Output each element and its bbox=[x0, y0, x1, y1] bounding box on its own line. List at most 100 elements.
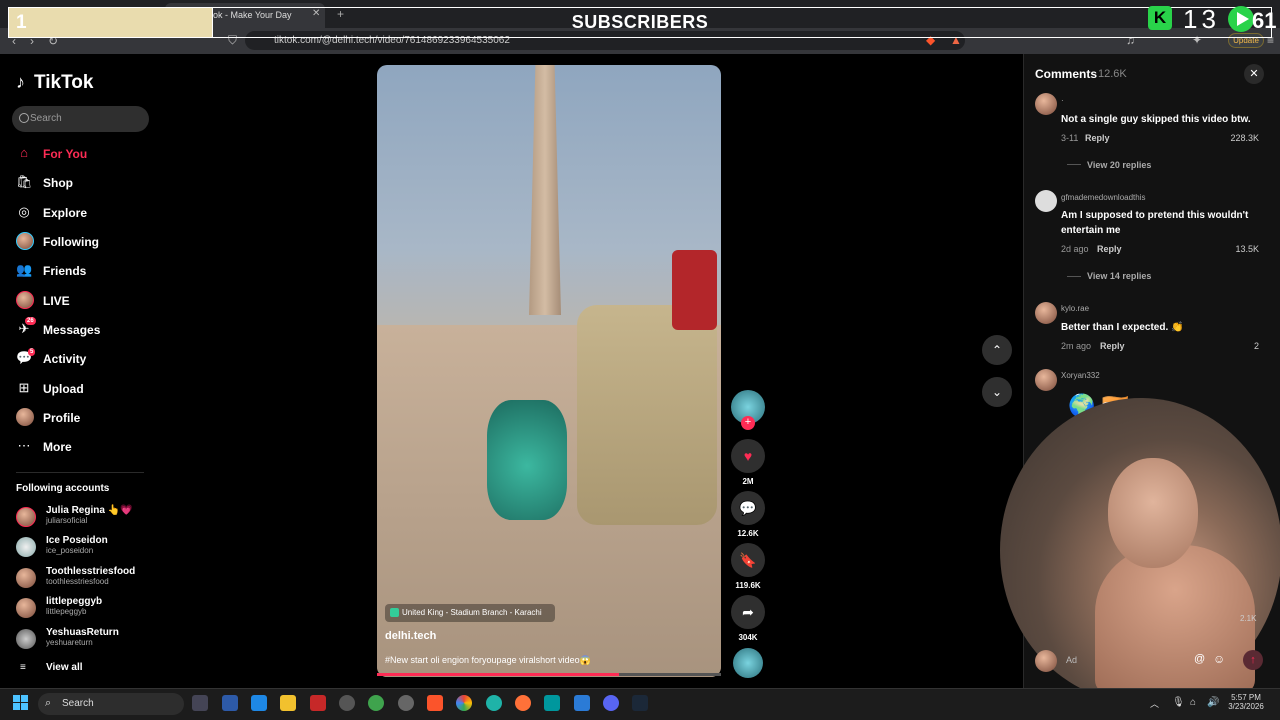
video-username[interactable]: delhi.tech bbox=[385, 630, 436, 642]
network-icon[interactable]: ⌂ bbox=[1190, 697, 1196, 708]
app-icon[interactable] bbox=[544, 695, 560, 711]
brave-icon[interactable] bbox=[427, 695, 443, 711]
activity-badge: 5 bbox=[28, 348, 36, 356]
tray-chevron-icon[interactable]: ︿ bbox=[1150, 697, 1159, 710]
tiktok-logo[interactable]: TikTok bbox=[34, 72, 93, 94]
mention-icon[interactable]: @ bbox=[1194, 653, 1205, 665]
avatar[interactable] bbox=[1035, 190, 1057, 212]
app-icon[interactable] bbox=[310, 695, 326, 711]
nav-explore[interactable]: ◎ Explore bbox=[16, 202, 166, 224]
nav-upload[interactable]: ⊞ Upload bbox=[16, 378, 166, 400]
taskbar-search[interactable] bbox=[38, 693, 184, 715]
video-player[interactable] bbox=[377, 65, 721, 677]
upload-icon: ⊞ bbox=[18, 380, 30, 395]
app-icon[interactable] bbox=[251, 695, 267, 711]
bookmark-button[interactable]: 🔖 bbox=[731, 543, 765, 577]
account-item[interactable]: littlepeggyb littlepeggyb bbox=[16, 596, 166, 626]
share-button[interactable]: ➦ bbox=[731, 595, 765, 629]
windows-start-icon[interactable] bbox=[13, 695, 29, 711]
account-name: Ice Poseidon bbox=[46, 535, 108, 546]
account-handle: toothlesstriesfood bbox=[46, 577, 109, 586]
nav-label: Friends bbox=[43, 264, 87, 278]
comment-like-count[interactable]: 13.5K bbox=[1199, 244, 1259, 254]
vscode-icon[interactable] bbox=[574, 695, 590, 711]
app-icon[interactable] bbox=[398, 695, 414, 711]
comment-like-count[interactable]: 2 bbox=[1199, 341, 1259, 351]
comment-count: 12.6K bbox=[737, 529, 759, 538]
video-workers bbox=[577, 305, 717, 525]
nav-live[interactable]: LIVE bbox=[16, 290, 166, 312]
follow-plus-icon[interactable]: + bbox=[741, 416, 755, 430]
nav-label: Upload bbox=[43, 382, 84, 396]
account-item[interactable]: Ice Poseidon ice_poseidon bbox=[16, 535, 166, 565]
comment-user[interactable]: gfmademedownloadthis bbox=[1061, 193, 1146, 202]
next-video-button[interactable]: ⌄ bbox=[982, 377, 1012, 407]
comment-like-count[interactable]: 228.3K bbox=[1199, 133, 1259, 143]
search-placeholder: Search bbox=[30, 113, 62, 124]
nav-label: For You bbox=[43, 147, 88, 161]
app-icon[interactable] bbox=[368, 695, 384, 711]
account-handle: juliarsoficial bbox=[46, 516, 88, 525]
account-item[interactable]: YeshuasReturn yeshuareturn bbox=[16, 627, 166, 657]
nav-profile[interactable]: Profile bbox=[16, 407, 166, 429]
edge-icon[interactable] bbox=[486, 695, 502, 711]
nav-friends[interactable]: 👥 Friends bbox=[16, 260, 166, 282]
reply-button[interactable]: Reply bbox=[1100, 341, 1125, 351]
account-item[interactable]: Toothlesstriesfood toothlesstriesfood bbox=[16, 566, 166, 596]
nav-messages[interactable]: ✈ 26 Messages bbox=[16, 317, 166, 341]
nav-more[interactable]: ⋯ More bbox=[16, 436, 166, 458]
comment-user[interactable]: · bbox=[1061, 96, 1064, 105]
comment-text: Not a single guy skipped this video btw. bbox=[1061, 114, 1251, 125]
discord-icon[interactable] bbox=[603, 695, 619, 711]
clock-date: 3/23/2026 bbox=[1228, 702, 1264, 711]
steam-icon[interactable] bbox=[632, 695, 648, 711]
profile-avatar bbox=[16, 408, 34, 426]
avatar bbox=[16, 598, 36, 618]
comment-user[interactable]: Xoryan332 bbox=[1061, 371, 1100, 380]
widgets-icon[interactable] bbox=[192, 695, 208, 711]
avatar[interactable] bbox=[1035, 93, 1057, 115]
nav-activity[interactable]: 💬 5 Activity bbox=[16, 348, 166, 370]
app-icon[interactable] bbox=[339, 695, 355, 711]
nav-for-you[interactable]: ⌂ For You bbox=[16, 143, 166, 165]
like-button[interactable]: ♥ bbox=[731, 439, 765, 473]
nav-shop[interactable]: 🛍 Shop bbox=[16, 172, 166, 194]
file-explorer-icon[interactable] bbox=[280, 695, 296, 711]
close-comments-button[interactable]: ✕ bbox=[1244, 64, 1264, 84]
home-icon: ⌂ bbox=[20, 145, 28, 160]
account-handle: ice_poseidon bbox=[46, 546, 94, 555]
comment-date: 2m ago bbox=[1061, 341, 1092, 351]
like-count: 2M bbox=[742, 477, 754, 486]
firefox-icon[interactable] bbox=[515, 695, 531, 711]
divider bbox=[16, 472, 144, 473]
comment-text: Better than I expected. 👏 bbox=[1061, 322, 1184, 333]
comment-button[interactable]: 💬 bbox=[731, 491, 765, 525]
microphone-icon[interactable]: 🎙 bbox=[1172, 697, 1185, 708]
account-item[interactable]: Julia Regina 👆💗 juliarsoficial bbox=[16, 505, 166, 535]
emoji-icon[interactable]: ☺ bbox=[1213, 652, 1225, 666]
avatar bbox=[16, 537, 36, 557]
nav-following[interactable]: Following bbox=[16, 231, 166, 253]
volume-icon[interactable]: 🔊 bbox=[1207, 697, 1219, 708]
comment-input[interactable]: Ad bbox=[1066, 655, 1077, 665]
app-icon[interactable] bbox=[222, 695, 238, 711]
avatar[interactable] bbox=[1035, 369, 1057, 391]
music-disc[interactable] bbox=[733, 648, 763, 678]
divider bbox=[1067, 164, 1081, 165]
reply-button[interactable]: Reply bbox=[1085, 133, 1110, 143]
view-replies-button[interactable]: View 20 replies bbox=[1087, 160, 1151, 170]
tiktok-logo-icon[interactable]: ♪ bbox=[16, 72, 25, 93]
reply-button[interactable]: Reply bbox=[1097, 244, 1122, 254]
nav-label: Following bbox=[43, 235, 99, 249]
chrome-icon[interactable] bbox=[456, 695, 472, 711]
compass-icon: ◎ bbox=[18, 204, 30, 219]
previous-video-button[interactable]: ⌃ bbox=[982, 335, 1012, 365]
view-replies-button[interactable]: View 14 replies bbox=[1087, 271, 1151, 281]
comment-user[interactable]: kylo.rae bbox=[1061, 304, 1089, 313]
taskbar-clock[interactable]: 5:57 PM 3/23/2026 bbox=[1226, 693, 1266, 711]
avatar[interactable] bbox=[1035, 302, 1057, 324]
account-handle: yeshuareturn bbox=[46, 638, 93, 647]
send-button[interactable]: ↑ bbox=[1243, 650, 1263, 670]
view-all-link[interactable]: View all bbox=[46, 662, 83, 673]
clock-time: 5:57 PM bbox=[1231, 693, 1261, 702]
